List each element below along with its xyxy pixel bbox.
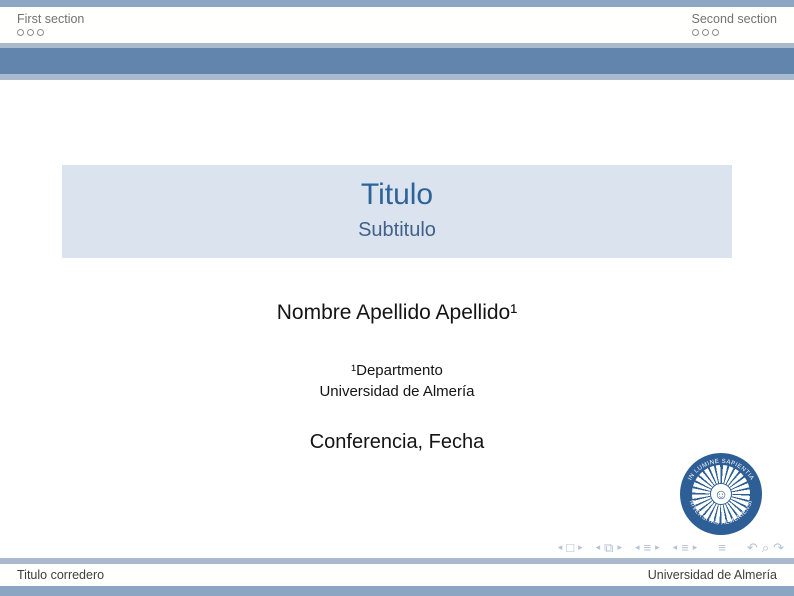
subsection-icon[interactable]: ≡: [644, 541, 652, 554]
seal-motto-ring: IN LUMINE SAPIENTIA VNIVERSITAS ALMERIEN…: [680, 453, 762, 535]
next-frame-icon[interactable]: ▸: [617, 543, 622, 552]
prev-subsection-icon[interactable]: ◂: [635, 543, 640, 552]
section-navigation-header: First section Second section: [0, 7, 794, 43]
prev-frame-icon[interactable]: ◂: [596, 543, 601, 552]
section-nav-group: ◂ ≡ ▸: [671, 541, 700, 554]
headline-bar-light-lower: [0, 74, 794, 80]
tools-nav-group: ↶ ⌕ ↷: [745, 541, 786, 554]
slide-nav-group: ◂ □ ▸: [556, 541, 585, 554]
appendix-icon[interactable]: ≡: [718, 541, 726, 554]
slide-subtitle: Subtitulo: [62, 218, 732, 242]
institute-university: Universidad de Almería: [0, 381, 794, 402]
section-link-first[interactable]: First section: [17, 12, 84, 26]
seal-motto-top: IN LUMINE SAPIENTIA: [687, 459, 754, 482]
miniframe-dot[interactable]: [17, 29, 24, 36]
prev-slide-icon[interactable]: ◂: [558, 543, 563, 552]
miniframe-dots-second: [692, 29, 777, 36]
section-link-second[interactable]: Second section: [692, 12, 777, 26]
miniframe-dot[interactable]: [702, 29, 709, 36]
prev-section-icon[interactable]: ◂: [673, 543, 678, 552]
footer: Titulo corredero Universidad de Almería: [0, 564, 794, 586]
conference-date: Conferencia, Fecha: [0, 431, 794, 454]
headline-bar-dark: [0, 48, 794, 74]
footer-short-title: Titulo corredero: [17, 568, 104, 582]
svg-text:IN LUMINE SAPIENTIA: IN LUMINE SAPIENTIA: [687, 459, 754, 482]
section-icon[interactable]: ≡: [681, 541, 689, 554]
miniframe-dot[interactable]: [27, 29, 34, 36]
navigation-symbols: ◂ □ ▸ ◂ ⧉ ▸ ◂ ≡ ▸ ◂ ≡ ▸ ≡ ↶ ⌕ ↷: [547, 541, 786, 554]
section-nav-first: First section: [17, 12, 84, 36]
universidad-de-almeria-seal-icon: ☺ IN LUMINE SAPIENTIA VNIVERSITAS ALMERI…: [680, 453, 762, 535]
next-section-icon[interactable]: ▸: [693, 543, 698, 552]
next-subsection-icon[interactable]: ▸: [655, 543, 660, 552]
miniframe-dot[interactable]: [692, 29, 699, 36]
title-block: Titulo Subtitulo: [62, 165, 732, 258]
appendix-nav-group: ≡: [716, 541, 728, 554]
top-edge-bar: [0, 0, 794, 7]
institute-block: ¹Departmento Universidad de Almería: [0, 360, 794, 402]
beamer-slide: { "header": { "first_section": { "label"…: [0, 0, 794, 596]
subsection-nav-group: ◂ ≡ ▸: [633, 541, 662, 554]
institute-department: ¹Departmento: [0, 360, 794, 381]
go-back-icon[interactable]: ↶: [747, 541, 758, 554]
frame-icon[interactable]: ⧉: [604, 541, 613, 554]
slide-title: Titulo: [62, 178, 732, 212]
bottom-edge-bar: [0, 586, 794, 596]
frame-nav-group: ◂ ⧉ ▸: [594, 541, 624, 554]
miniframe-dot[interactable]: [712, 29, 719, 36]
search-icon[interactable]: ⌕: [762, 541, 769, 554]
next-slide-icon[interactable]: ▸: [578, 543, 583, 552]
footer-institution: Universidad de Almería: [648, 568, 777, 582]
slide-icon[interactable]: □: [566, 541, 574, 554]
miniframe-dot[interactable]: [37, 29, 44, 36]
miniframe-dots-first: [17, 29, 84, 36]
go-forward-icon[interactable]: ↷: [773, 541, 784, 554]
section-nav-second: Second section: [692, 12, 777, 36]
author-name: Nombre Apellido Apellido¹: [0, 301, 794, 325]
